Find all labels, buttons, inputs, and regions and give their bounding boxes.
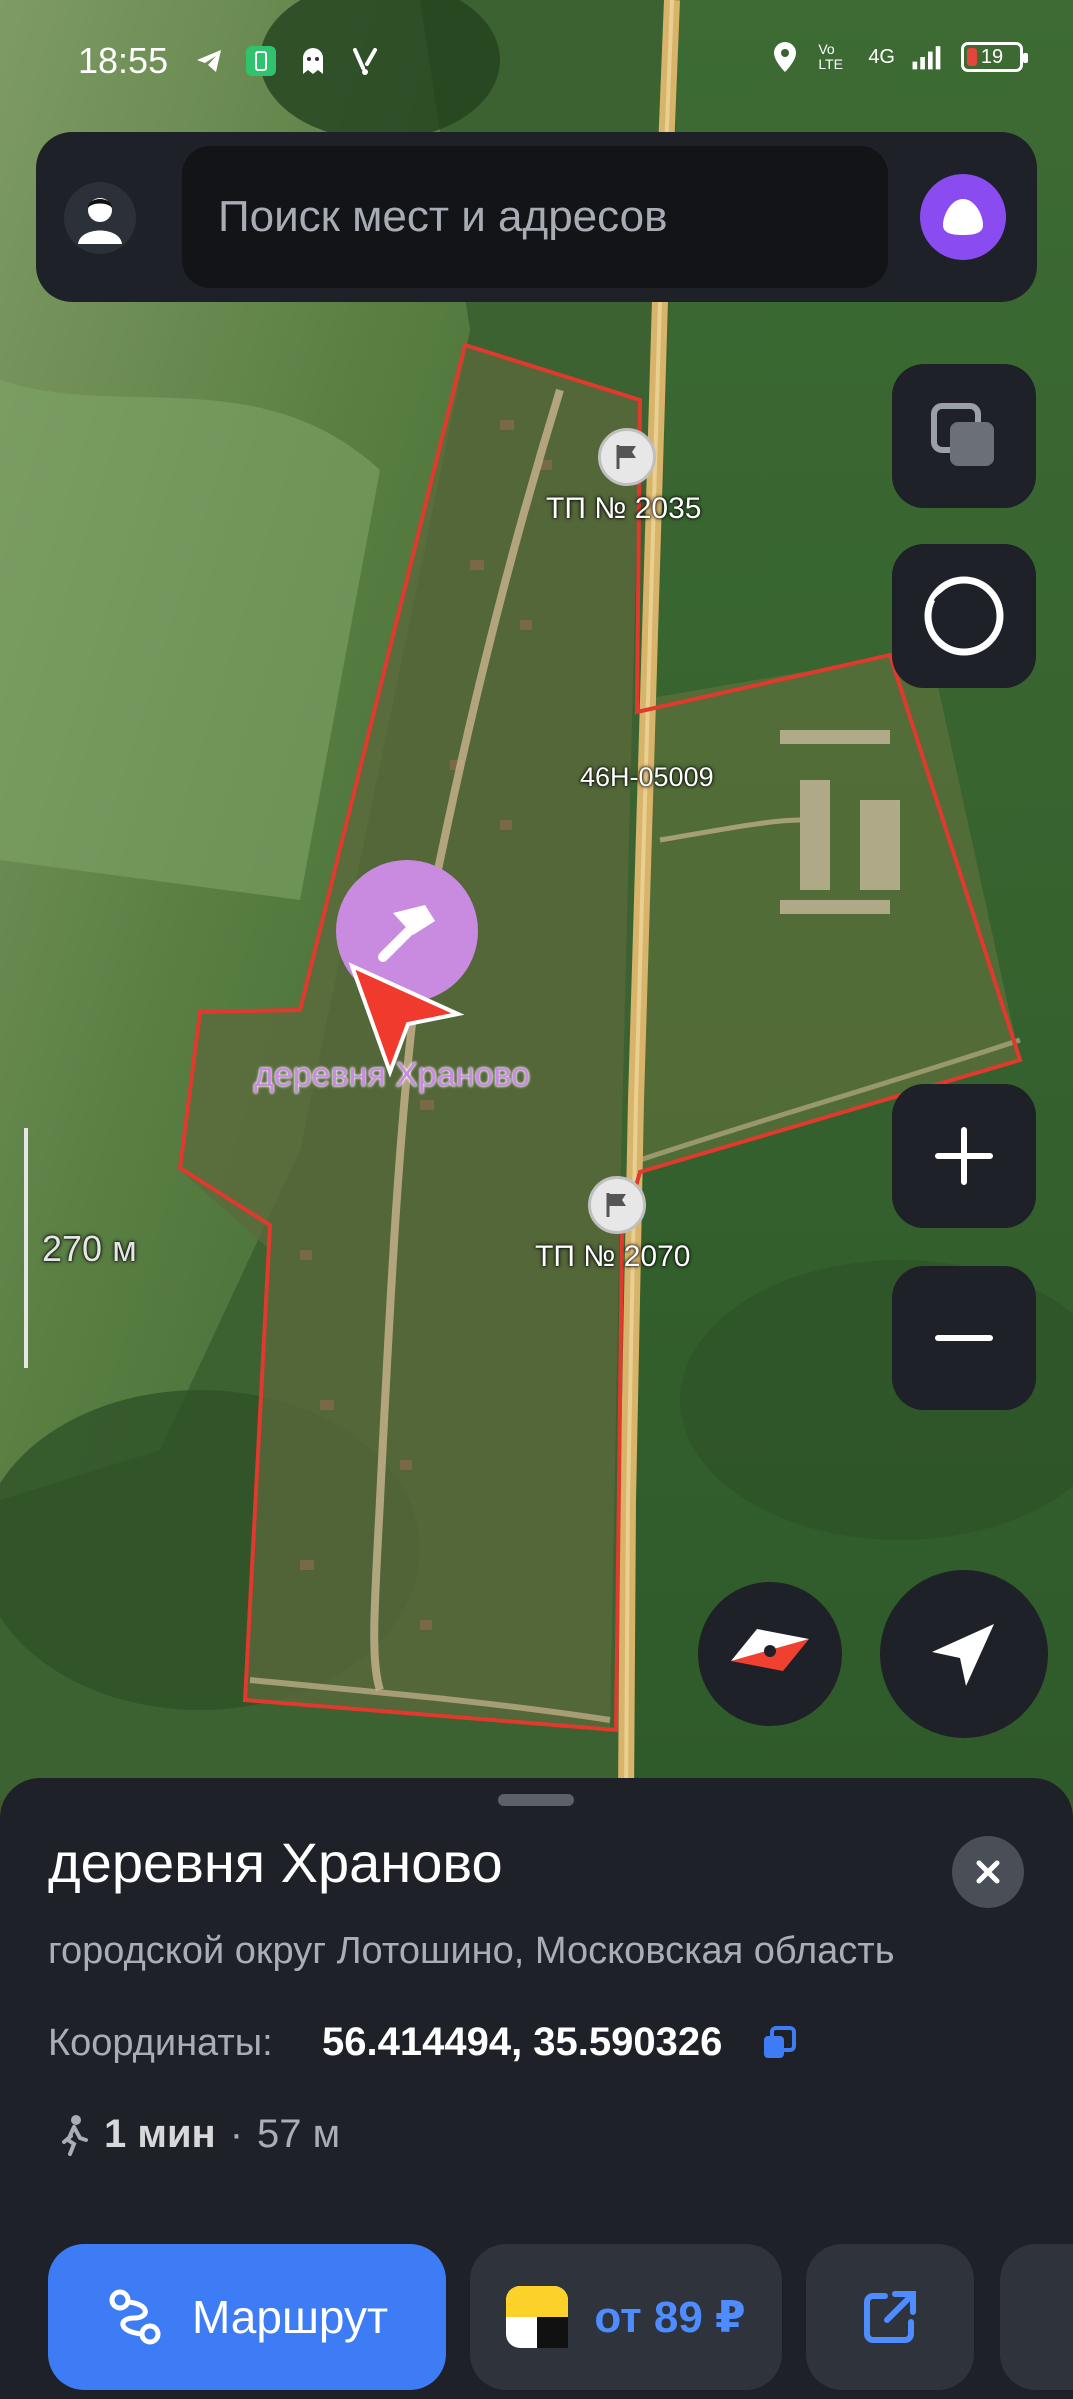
coordinates-value[interactable]: 56.414494, 35.590326 <box>322 2020 722 2065</box>
status-system-icons: Vo LTE 4G 19 <box>768 40 1028 74</box>
close-button[interactable] <box>952 1836 1024 1908</box>
status-time: 18:55 <box>78 40 169 81</box>
more-actions-button[interactable] <box>1000 2244 1073 2390</box>
compass-icon <box>731 1629 809 1671</box>
alice-map-button[interactable] <box>892 544 1036 688</box>
zoom-in-button[interactable] <box>892 1084 1036 1228</box>
locate-me-button[interactable] <box>880 1570 1048 1738</box>
taxi-icon <box>506 2286 569 2348</box>
layers-button[interactable] <box>892 364 1036 508</box>
map-label-tp-2070[interactable]: ТП № 2070 <box>535 1240 690 1274</box>
close-icon <box>976 1860 1000 1884</box>
route-label: Маршрут <box>191 2291 389 2343</box>
zoom-out-button[interactable] <box>892 1266 1036 1410</box>
hammer-icon <box>378 905 435 962</box>
share-button[interactable] <box>806 2244 974 2390</box>
taxi-button[interactable]: от 89 ₽ <box>470 2244 782 2390</box>
copy-icon[interactable] <box>762 2026 796 2060</box>
map-label-tp-2035[interactable]: ТП № 2035 <box>546 492 701 526</box>
circle-icon <box>924 576 1004 656</box>
location-icon <box>768 40 802 74</box>
user-avatar-icon[interactable] <box>64 182 136 254</box>
ghost-icon <box>296 44 330 78</box>
scale-bar <box>24 1128 28 1368</box>
scale-label: 270 м <box>42 1228 137 1269</box>
place-title: деревня Храново <box>48 1831 503 1894</box>
flag-pin-icon[interactable] <box>598 428 656 486</box>
taxi-price: от 89 ₽ <box>594 2292 746 2342</box>
layers-icon <box>931 403 994 466</box>
status-notification-icons <box>192 44 382 78</box>
battery-level: 19 <box>980 45 1004 68</box>
route-button[interactable]: Маршрут <box>48 2244 446 2390</box>
volte-label: Vo LTE <box>818 41 843 72</box>
location-arrow-icon <box>932 1624 994 1686</box>
sheet-handle[interactable] <box>498 1794 574 1806</box>
place-card: деревня Храново городской округ Лотошино… <box>0 1778 1073 2399</box>
map-label-road: 46Н-05009 <box>580 762 714 792</box>
battery-saver-icon <box>244 44 278 78</box>
walk-distance: 57 м <box>257 2112 341 2156</box>
status-bar: 18:55 Vo LTE 4G 19 <box>0 0 1073 120</box>
plus-icon <box>935 1127 993 1185</box>
search-bar: Поиск мест и адресов <box>36 132 1037 302</box>
walk-separator: · <box>229 2112 244 2156</box>
place-subtitle: городской округ Лотошино, Московская обл… <box>48 1930 895 1972</box>
walk-info: 1 мин · 57 м <box>58 2112 340 2157</box>
alice-icon[interactable] <box>920 174 1006 260</box>
minus-icon <box>935 1335 993 1341</box>
flag-pin-icon[interactable] <box>588 1176 646 1234</box>
walk-icon <box>62 2114 88 2156</box>
walk-time: 1 мин <box>104 2112 216 2156</box>
share-icon <box>864 2291 916 2343</box>
telegram-icon <box>192 44 226 78</box>
compass-button[interactable] <box>698 1582 842 1726</box>
coordinates-label: Координаты: <box>48 2022 273 2064</box>
map-label-place[interactable]: деревня Храново <box>254 1056 530 1095</box>
search-input[interactable]: Поиск мест и адресов <box>182 146 888 288</box>
network-type: 4G <box>868 45 895 68</box>
battery-indicator: 19 <box>961 42 1028 72</box>
app-notification-icon <box>348 44 382 78</box>
signal-icon <box>911 40 945 74</box>
route-icon <box>109 2289 161 2345</box>
